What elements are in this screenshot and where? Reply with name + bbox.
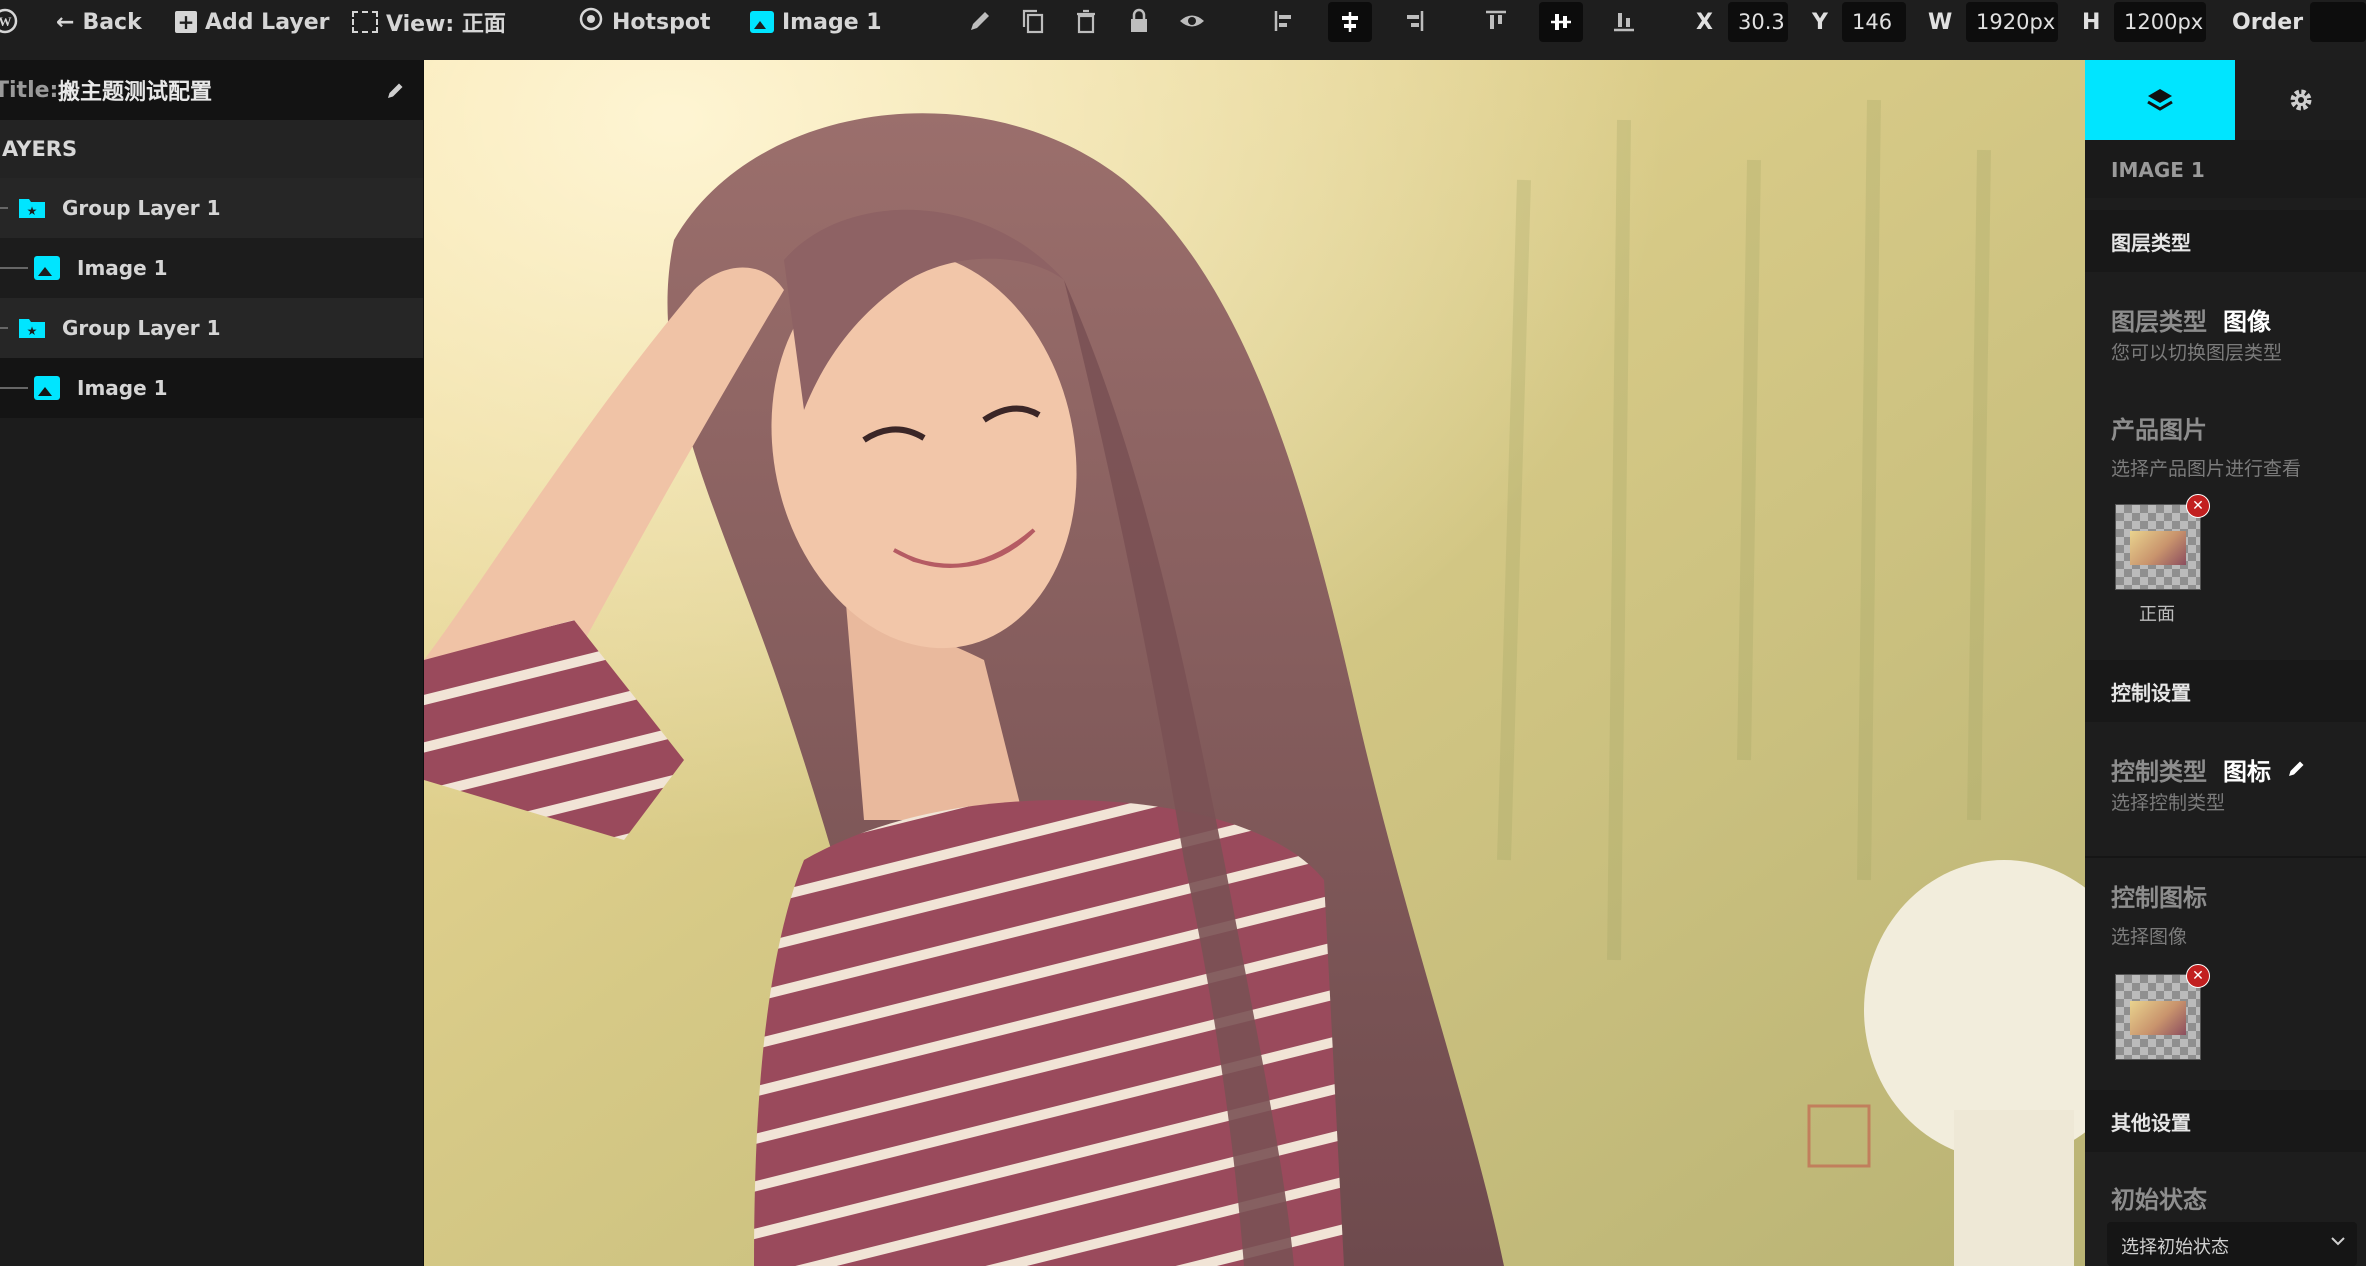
current-layer-label: Image 1 — [782, 9, 882, 35]
layer-label: Group Layer 1 — [62, 316, 221, 340]
layers-heading: AYERS — [0, 120, 423, 178]
image-icon — [750, 11, 774, 33]
copy-icon[interactable] — [1018, 6, 1048, 36]
align-left-icon[interactable] — [1270, 6, 1300, 36]
selection-dashed-icon — [352, 11, 378, 33]
section-control-title: 控制设置 — [2111, 680, 2191, 705]
portrait-photo — [424, 60, 2085, 1266]
eye-icon[interactable] — [1177, 6, 1207, 36]
h-label: H — [2082, 9, 2101, 35]
layer-image-row[interactable]: Image 1 — [0, 238, 423, 298]
title-row: Title: 搬主题测试配置 — [0, 60, 423, 120]
control-type-label: 控制类型 — [2111, 758, 2207, 786]
folder-star-icon: ★ — [18, 315, 46, 339]
control-icon-hint: 选择图像 — [2111, 926, 2188, 948]
folder-star-icon: ★ — [18, 195, 46, 219]
control-icon-thumbnail[interactable] — [2115, 974, 2201, 1060]
title-prefix: Title: — [0, 77, 59, 103]
layers-panel: Title: 搬主题测试配置 AYERS ★ Group Layer 1 Ima… — [0, 60, 424, 1266]
edit-control-type-icon[interactable] — [2287, 758, 2307, 782]
layers-heading-label: AYERS — [2, 137, 78, 161]
gear-icon — [2290, 89, 2311, 111]
view-selector[interactable]: View: 正面 — [352, 0, 506, 44]
chevron-down-icon — [2329, 1232, 2347, 1254]
product-image-label: 产品图片 — [2111, 416, 2207, 444]
layer-group-row[interactable]: ★ Group Layer 1 — [0, 178, 423, 238]
remove-product-image-icon[interactable]: ✕ — [2186, 494, 2210, 518]
align-center-horizontal-button[interactable] — [1328, 2, 1372, 42]
product-image-hint: 选择产品图片进行查看 — [2111, 458, 2302, 480]
canvas-image-layer[interactable] — [424, 60, 2085, 1266]
control-type-value[interactable]: 图标 — [2223, 752, 2271, 787]
svg-text:W: W — [0, 14, 12, 29]
align-top-icon[interactable] — [1481, 6, 1511, 36]
tab-settings[interactable] — [2235, 60, 2366, 140]
arrow-left-icon: ← — [56, 9, 75, 35]
layer-label: Image 1 — [77, 256, 168, 280]
initial-state-label: 初始状态 — [2111, 1186, 2207, 1214]
plus-square-icon: + — [175, 10, 197, 34]
image-icon — [34, 376, 60, 400]
wordpress-logo-icon[interactable]: W — [0, 6, 20, 36]
view-label: View: 正面 — [386, 12, 506, 37]
current-layer-indicator[interactable]: Image 1 — [750, 0, 882, 44]
add-layer-label: Add Layer — [205, 9, 330, 35]
hotspot-icon — [578, 6, 604, 38]
align-bottom-icon[interactable] — [1609, 6, 1639, 36]
section-other: 其他设置 — [2085, 1090, 2366, 1152]
align-center-vertical-button[interactable] — [1539, 2, 1583, 42]
section-layer-type-title: 图层类型 — [2111, 230, 2191, 255]
order-input[interactable] — [2310, 2, 2366, 42]
svg-text:★: ★ — [27, 204, 38, 218]
layer-type-value[interactable]: 图像 — [2223, 302, 2271, 337]
section-layer-type: 图层类型 — [2085, 210, 2366, 272]
layer-name-bar: IMAGE 1 — [2085, 140, 2366, 198]
tab-layers[interactable] — [2085, 60, 2235, 140]
add-layer-button[interactable]: + Add Layer — [175, 0, 329, 44]
align-right-icon[interactable] — [1398, 6, 1428, 36]
back-button[interactable]: ← Back — [56, 0, 142, 44]
trash-icon[interactable] — [1071, 6, 1101, 36]
w-label: W — [1928, 9, 1953, 35]
project-title: 搬主题测试配置 — [58, 80, 213, 105]
x-label: X — [1696, 9, 1713, 35]
remove-control-icon-icon[interactable]: ✕ — [2186, 964, 2210, 988]
layer-label: Group Layer 1 — [62, 196, 221, 220]
back-label: Back — [82, 9, 142, 35]
initial-state-select[interactable]: 选择初始状态 — [2107, 1222, 2357, 1266]
initial-state-placeholder: 选择初始状态 — [2121, 1237, 2229, 1258]
hotspot-label: Hotspot — [612, 9, 711, 35]
control-icon-label: 控制图标 — [2111, 884, 2207, 912]
layer-name: IMAGE 1 — [2111, 158, 2205, 182]
order-label: Order — [2232, 9, 2304, 35]
layer-type-label: 图层类型 — [2111, 308, 2207, 336]
layer-label: Image 1 — [77, 376, 168, 400]
x-input[interactable]: 30.3 — [1728, 2, 1788, 42]
layers-stack-icon — [2147, 89, 2173, 111]
h-input[interactable]: 1200px — [2114, 2, 2206, 42]
w-input[interactable]: 1920px — [1966, 2, 2058, 42]
pencil-icon[interactable] — [965, 6, 995, 36]
layer-image-row-selected[interactable]: Image 1 — [0, 358, 423, 418]
layer-group-row[interactable]: ★ Group Layer 1 — [0, 298, 423, 358]
product-image-caption: 正面 — [2139, 604, 2175, 625]
top-toolbar: W ← Back + Add Layer View: 正面 Hotspot Im… — [0, 0, 2366, 61]
section-other-title: 其他设置 — [2111, 1110, 2191, 1135]
y-label: Y — [1812, 9, 1828, 35]
control-type-hint: 选择控制类型 — [2111, 792, 2226, 814]
svg-text:★: ★ — [27, 324, 38, 338]
y-input[interactable]: 146 — [1842, 2, 1906, 42]
properties-panel: IMAGE 1 图层类型 图层类型 图像 您可以切换图层类型 产品图片 选择产品… — [2085, 60, 2366, 1266]
section-control: 控制设置 — [2085, 660, 2366, 722]
product-image-thumbnail[interactable] — [2115, 504, 2201, 590]
lock-icon[interactable] — [1124, 6, 1154, 36]
image-icon — [34, 256, 60, 280]
layer-type-hint: 您可以切换图层类型 — [2111, 342, 2283, 364]
edit-title-icon[interactable] — [386, 80, 406, 104]
hotspot-button[interactable]: Hotspot — [578, 0, 711, 44]
